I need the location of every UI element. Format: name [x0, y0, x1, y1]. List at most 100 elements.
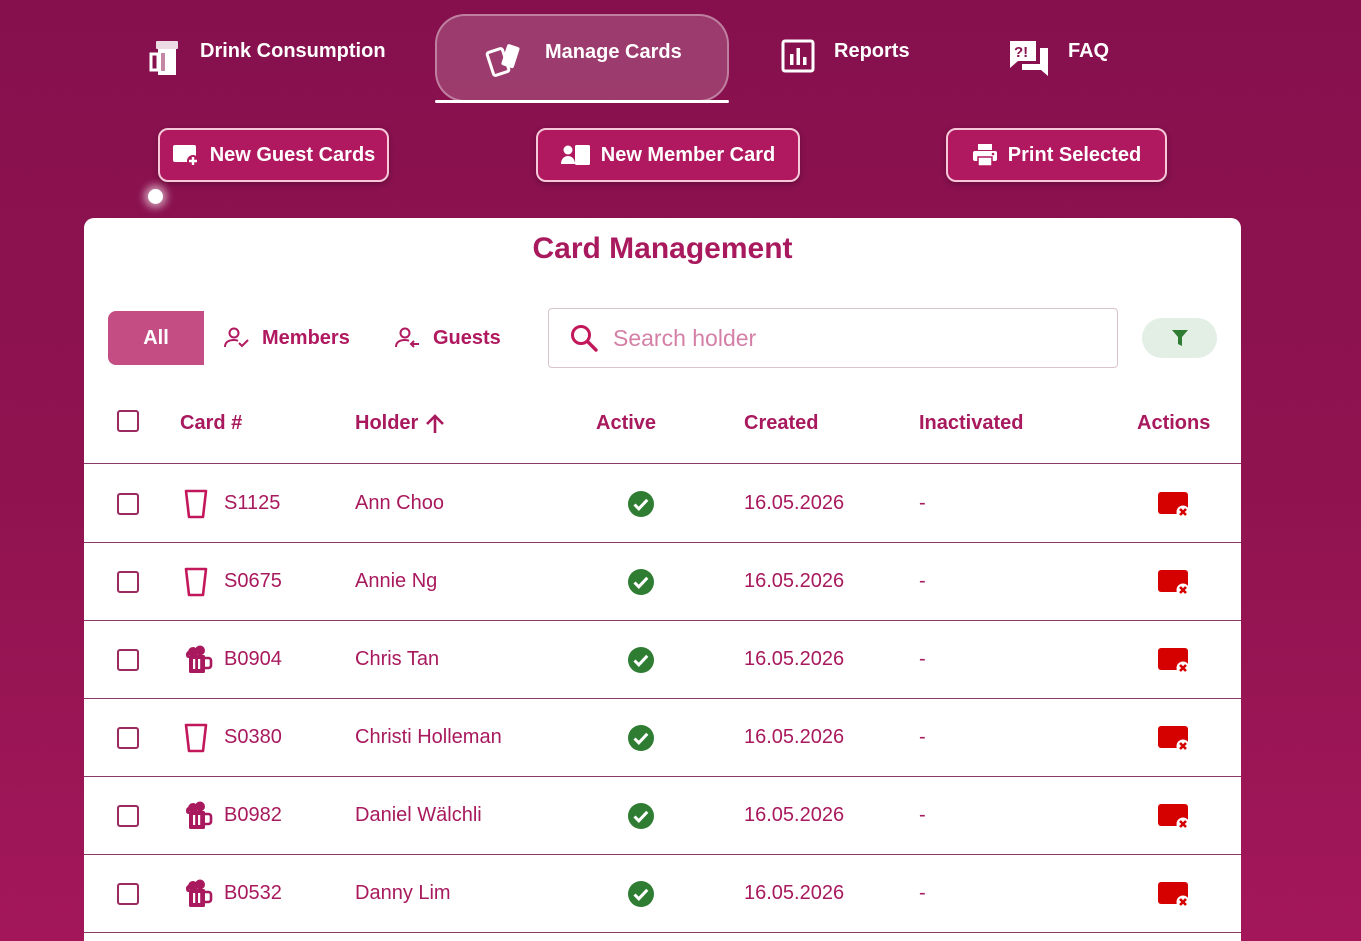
inactivated-date: -	[919, 648, 926, 670]
filter-guests[interactable]: Guests	[395, 311, 501, 365]
table-row[interactable]: S1125 Ann Choo 16.05.2026 -	[84, 465, 1241, 543]
table-row[interactable]: S0380 Christi Holleman 16.05.2026 -	[84, 699, 1241, 777]
column-actions: Actions	[1137, 412, 1211, 434]
holder-name: Christi Holleman	[355, 726, 502, 748]
inactivated-date: -	[919, 492, 926, 514]
column-inactivated[interactable]: Inactivated	[919, 412, 1023, 435]
row-checkbox[interactable]	[117, 727, 139, 749]
cards-icon	[485, 41, 523, 79]
card-number: S0675	[224, 570, 282, 592]
beer-mug-icon	[183, 645, 213, 675]
holder-name: Chris Tan	[355, 648, 440, 670]
row-checkbox[interactable]	[117, 649, 139, 671]
table-row[interactable]: B0904 Chris Tan 16.05.2026 -	[84, 621, 1241, 699]
column-active[interactable]: Active	[596, 412, 656, 435]
active-check-icon	[627, 802, 655, 830]
filter-label: Guests	[433, 326, 501, 349]
main-nav: Drink Consumption Manage Cards Reports ?…	[0, 14, 1361, 106]
active-check-icon	[627, 724, 655, 752]
row-checkbox[interactable]	[117, 571, 139, 593]
button-label: Print Selected	[1007, 143, 1142, 166]
inactivated-date: -	[919, 882, 926, 904]
deactivate-card-button[interactable]	[1157, 646, 1191, 676]
active-check-icon	[627, 490, 655, 518]
tab-faq[interactable]: ?! FAQ	[1008, 14, 1109, 102]
table-row[interactable]: B0532 Danny Lim 16.05.2026 -	[84, 855, 1241, 933]
active-check-icon	[627, 568, 655, 596]
card-number: S1125	[224, 492, 281, 514]
glass-icon	[183, 567, 209, 597]
tab-label: Reports	[834, 40, 910, 62]
new-member-card-button[interactable]: New Member Card	[536, 128, 800, 182]
funnel-icon	[1171, 329, 1188, 347]
member-card-icon	[560, 144, 591, 166]
button-label: New Guest Cards	[209, 143, 376, 166]
glass-icon	[183, 489, 209, 519]
column-created[interactable]: Created	[744, 412, 818, 435]
inactivated-date: -	[919, 804, 926, 826]
tab-reports[interactable]: Reports	[780, 14, 910, 102]
column-card-number[interactable]: Card #	[180, 412, 242, 435]
holder-name: Daniel Wälchli	[355, 804, 482, 826]
card-management-panel: Card Management All Members Guests Searc…	[84, 218, 1241, 941]
page-title: Card Management	[532, 232, 793, 265]
holder-name: Danny Lim	[355, 882, 451, 904]
created-date: 16.05.2026	[744, 492, 845, 514]
created-date: 16.05.2026	[744, 648, 845, 670]
row-checkbox[interactable]	[117, 493, 139, 515]
search-input[interactable]	[613, 324, 1083, 352]
row-checkbox[interactable]	[117, 805, 139, 827]
tab-manage-cards[interactable]: Manage Cards	[435, 14, 729, 102]
print-selected-button[interactable]: Print Selected	[946, 128, 1167, 182]
filter-all[interactable]: All	[108, 311, 204, 365]
member-check-icon	[224, 327, 250, 349]
deactivate-card-button[interactable]	[1157, 880, 1191, 910]
deactivate-card-button[interactable]	[1157, 802, 1191, 832]
tab-drink-consumption[interactable]: Drink Consumption	[146, 14, 386, 102]
add-card-icon	[172, 142, 200, 168]
button-label: New Member Card	[600, 143, 776, 166]
tab-label: Manage Cards	[545, 41, 682, 63]
card-number: B0982	[224, 804, 282, 826]
card-number: B0904	[224, 648, 282, 670]
deactivate-card-button[interactable]	[1157, 490, 1191, 520]
card-remove-icon	[1157, 646, 1191, 676]
table-row[interactable]: S0675 Annie Ng 16.05.2026 -	[84, 543, 1241, 621]
search-box	[548, 308, 1118, 368]
svg-text:?!: ?!	[1014, 44, 1028, 61]
table-header: Card # Holder Active Created Inactivated…	[84, 388, 1241, 464]
tab-label: Drink Consumption	[200, 40, 386, 62]
deactivate-card-button[interactable]	[1157, 724, 1191, 754]
guest-icon	[395, 327, 421, 349]
card-remove-icon	[1157, 568, 1191, 598]
sort-ascending-icon	[424, 413, 446, 435]
filter-button[interactable]	[1142, 318, 1217, 358]
printer-icon	[972, 143, 998, 167]
card-number: S0380	[224, 726, 282, 748]
inactivated-date: -	[919, 570, 926, 592]
new-guest-cards-button[interactable]: New Guest Cards	[158, 128, 389, 182]
created-date: 16.05.2026	[744, 882, 845, 904]
filter-label: Members	[262, 326, 350, 349]
deactivate-card-button[interactable]	[1157, 568, 1191, 598]
column-label: Holder	[355, 412, 419, 434]
created-date: 16.05.2026	[744, 570, 845, 592]
beer-mug-icon	[183, 879, 213, 909]
tab-label: FAQ	[1068, 40, 1110, 62]
active-tab-indicator	[435, 100, 729, 103]
active-check-icon	[627, 646, 655, 674]
select-all-checkbox[interactable]	[117, 410, 139, 432]
card-remove-icon	[1157, 802, 1191, 832]
row-checkbox[interactable]	[117, 883, 139, 905]
beer-mug-icon	[183, 801, 213, 831]
search-icon	[569, 323, 599, 353]
column-holder[interactable]: Holder	[355, 412, 446, 435]
cursor-indicator	[148, 189, 163, 204]
inactivated-date: -	[919, 726, 926, 748]
card-remove-icon	[1157, 724, 1191, 754]
bar-chart-icon	[780, 38, 816, 74]
table-row[interactable]: B0982 Daniel Wälchli 16.05.2026 -	[84, 777, 1241, 855]
glass-icon	[183, 723, 209, 753]
created-date: 16.05.2026	[744, 804, 845, 826]
filter-members[interactable]: Members	[224, 311, 350, 365]
